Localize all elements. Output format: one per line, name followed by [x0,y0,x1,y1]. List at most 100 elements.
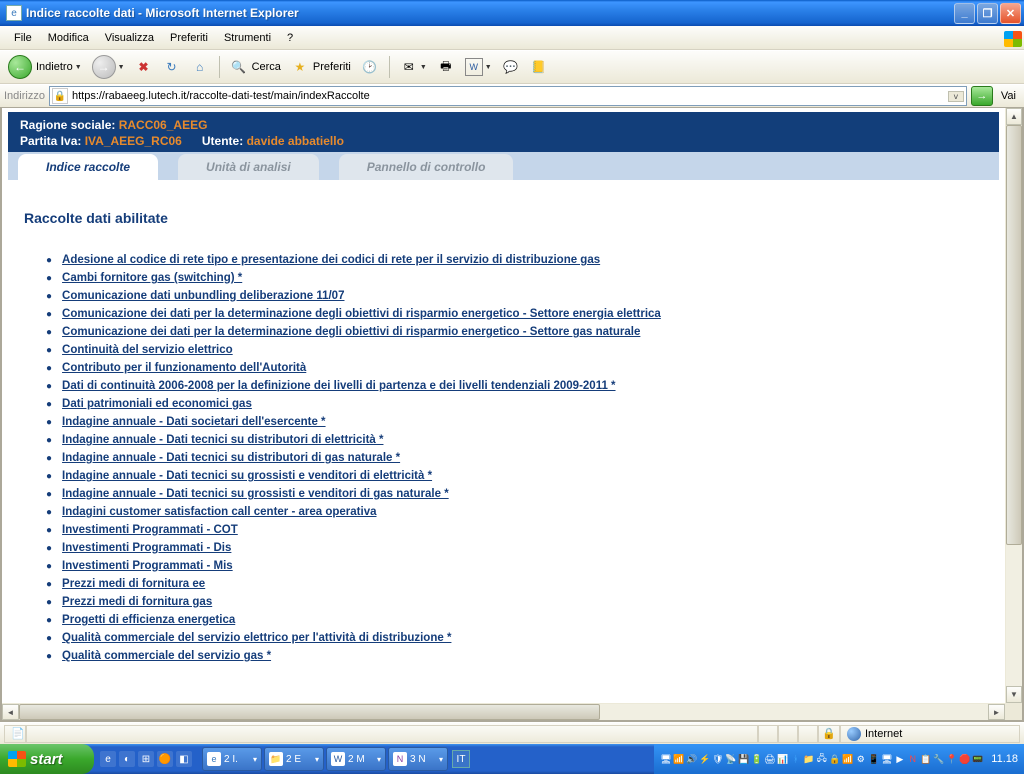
tray-icon[interactable]: 📟 [972,754,983,765]
menu-tools[interactable]: Strumenti [216,30,279,46]
tab-unita[interactable]: Unità di analisi [178,154,319,180]
raccolta-link[interactable]: Cambi fornitore gas (switching) * [62,272,242,284]
scroll-left-button[interactable]: ◄ [2,704,19,720]
raccolta-link[interactable]: Investimenti Programmati - Mis [62,560,233,572]
tray-icon[interactable]: 💾 [738,754,749,765]
tray-icon[interactable]: 🔧 [933,754,944,765]
status-zone[interactable]: Internet [840,725,1020,743]
raccolta-link[interactable]: Contributo per il funzionamento dell'Aut… [62,362,306,374]
tray-icon[interactable]: 🖨 [764,754,775,765]
menu-help[interactable]: ? [279,30,301,46]
ql-icon[interactable]: ◐ [119,751,135,767]
maximize-button[interactable]: ❐ [977,3,998,24]
mail-button[interactable]: ✉▼ [396,55,431,79]
raccolta-link[interactable]: Prezzi medi di fornitura ee [62,578,205,590]
raccolta-link[interactable]: Comunicazione dei dati per la determinaz… [62,308,661,320]
minimize-button[interactable]: _ [954,3,975,24]
start-button[interactable]: start [0,744,94,774]
menu-favorites[interactable]: Preferiti [162,30,216,46]
forward-button[interactable]: → ▼ [88,55,129,79]
vertical-scrollbar[interactable]: ▲ ▼ [1005,108,1022,703]
tray-icon[interactable]: ᚼ [790,754,801,765]
search-button[interactable]: 🔍 Cerca [226,55,285,79]
raccolta-link[interactable]: Indagine annuale - Dati tecnici su gross… [62,488,449,500]
clock[interactable]: 11.18 [991,753,1018,765]
menu-file[interactable]: File [6,30,40,46]
stop-button[interactable]: ✖ [131,55,157,79]
tray-icon[interactable]: 📱 [868,754,879,765]
taskbar-task[interactable]: W2 M▾ [326,747,386,771]
raccolta-link[interactable]: Qualità commerciale del servizio gas * [62,650,271,662]
tray-icon[interactable]: 🖥 [660,754,671,765]
address-field[interactable]: 🔒 https://rabaeeg.lutech.it/raccolte-dat… [49,86,967,106]
tray-icon[interactable]: 🔊 [686,754,697,765]
tab-pannello[interactable]: Pannello di controllo [339,154,514,180]
tray-icon[interactable]: 🖧 [816,754,827,765]
tray-icon[interactable]: 🛡 [712,754,723,765]
raccolta-link[interactable]: Indagine annuale - Dati tecnici su distr… [62,452,400,464]
horizontal-scrollbar[interactable]: ◄ ► [2,703,1005,720]
tray-icon[interactable]: 🖥 [881,754,892,765]
taskbar-task[interactable]: e2 I.▾ [202,747,262,771]
tray-icon[interactable]: 📶 [842,754,853,765]
tab-indice[interactable]: Indice raccolte [18,154,158,180]
menu-view[interactable]: Visualizza [97,30,162,46]
tray-icon[interactable]: 📊 [777,754,788,765]
tray-icon[interactable]: ⚙ [855,754,866,765]
print-button[interactable]: 🖶 [433,55,459,79]
raccolta-link[interactable]: Adesione al codice di rete tipo e presen… [62,254,600,266]
tray-icon[interactable]: 📁 [803,754,814,765]
raccolta-link[interactable]: Prezzi medi di fornitura gas [62,596,212,608]
scroll-thumb[interactable] [1006,125,1022,545]
raccolta-link[interactable]: Comunicazione dei dati per la determinaz… [62,326,640,338]
ql-icon[interactable]: 🟠 [157,751,173,767]
raccolta-link[interactable]: Indagine annuale - Dati tecnici su gross… [62,470,432,482]
tray-icon[interactable]: 📋 [920,754,931,765]
star-icon: ★ [291,58,309,76]
raccolta-link[interactable]: Qualità commerciale del servizio elettri… [62,632,451,644]
scroll-up-button[interactable]: ▲ [1006,108,1022,125]
raccolta-link[interactable]: Progetti di efficienza energetica [62,614,235,626]
raccolta-link[interactable]: Continuità del servizio elettrico [62,344,233,356]
ql-ie-icon[interactable]: e [100,751,116,767]
taskbar-task[interactable]: 📁2 E▾ [264,747,324,771]
address-dropdown-button[interactable]: ⅴ [948,91,964,102]
tray-icon[interactable]: 📶 [673,754,684,765]
taskbar-task[interactable]: N3 N▾ [388,747,448,771]
tray-icon[interactable]: 🛑 [959,754,970,765]
menu-edit[interactable]: Modifica [40,30,97,46]
raccolta-link[interactable]: Investimenti Programmati - Dis [62,542,231,554]
tray-icon[interactable]: 🔋 [751,754,762,765]
ql-icon[interactable]: ◧ [176,751,192,767]
close-button[interactable]: ✕ [1000,3,1021,24]
scroll-right-button[interactable]: ► [988,704,1005,720]
tray-icon[interactable]: ⚡ [699,754,710,765]
discuss-button[interactable]: 💬 [498,55,524,79]
edit-button[interactable]: W▼ [461,55,496,79]
raccolta-link[interactable]: Dati di continuità 2006-2008 per la defi… [62,380,615,392]
back-button[interactable]: ← Indietro ▼ [4,55,86,79]
home-button[interactable]: ⌂ [187,55,213,79]
tray-icon[interactable]: ▶ [894,754,905,765]
tray-icon[interactable]: 🔒 [829,754,840,765]
favorites-button[interactable]: ★ Preferiti [287,55,355,79]
ql-icon[interactable]: ⊞ [138,751,154,767]
home-icon: ⌂ [191,58,209,76]
scroll-track[interactable] [19,704,988,720]
tray-icon[interactable]: 📡 [725,754,736,765]
research-button[interactable]: 📒 [526,55,552,79]
raccolta-link[interactable]: Comunicazione dati unbundling deliberazi… [62,290,344,302]
raccolta-link[interactable]: Indagini customer satisfaction call cent… [62,506,376,518]
history-button[interactable]: 🕑 [357,55,383,79]
language-indicator[interactable]: IT [452,750,470,768]
go-button[interactable]: → [971,86,993,106]
tray-icon[interactable]: 📍 [946,754,957,765]
raccolta-link[interactable]: Investimenti Programmati - COT [62,524,238,536]
tray-icon[interactable]: N [907,754,918,765]
scroll-down-button[interactable]: ▼ [1006,686,1022,703]
refresh-button[interactable]: ↻ [159,55,185,79]
raccolta-link[interactable]: Indagine annuale - Dati societari dell'e… [62,416,326,428]
raccolta-link[interactable]: Indagine annuale - Dati tecnici su distr… [62,434,383,446]
scroll-thumb-h[interactable] [19,704,600,720]
raccolta-link[interactable]: Dati patrimoniali ed economici gas [62,398,252,410]
